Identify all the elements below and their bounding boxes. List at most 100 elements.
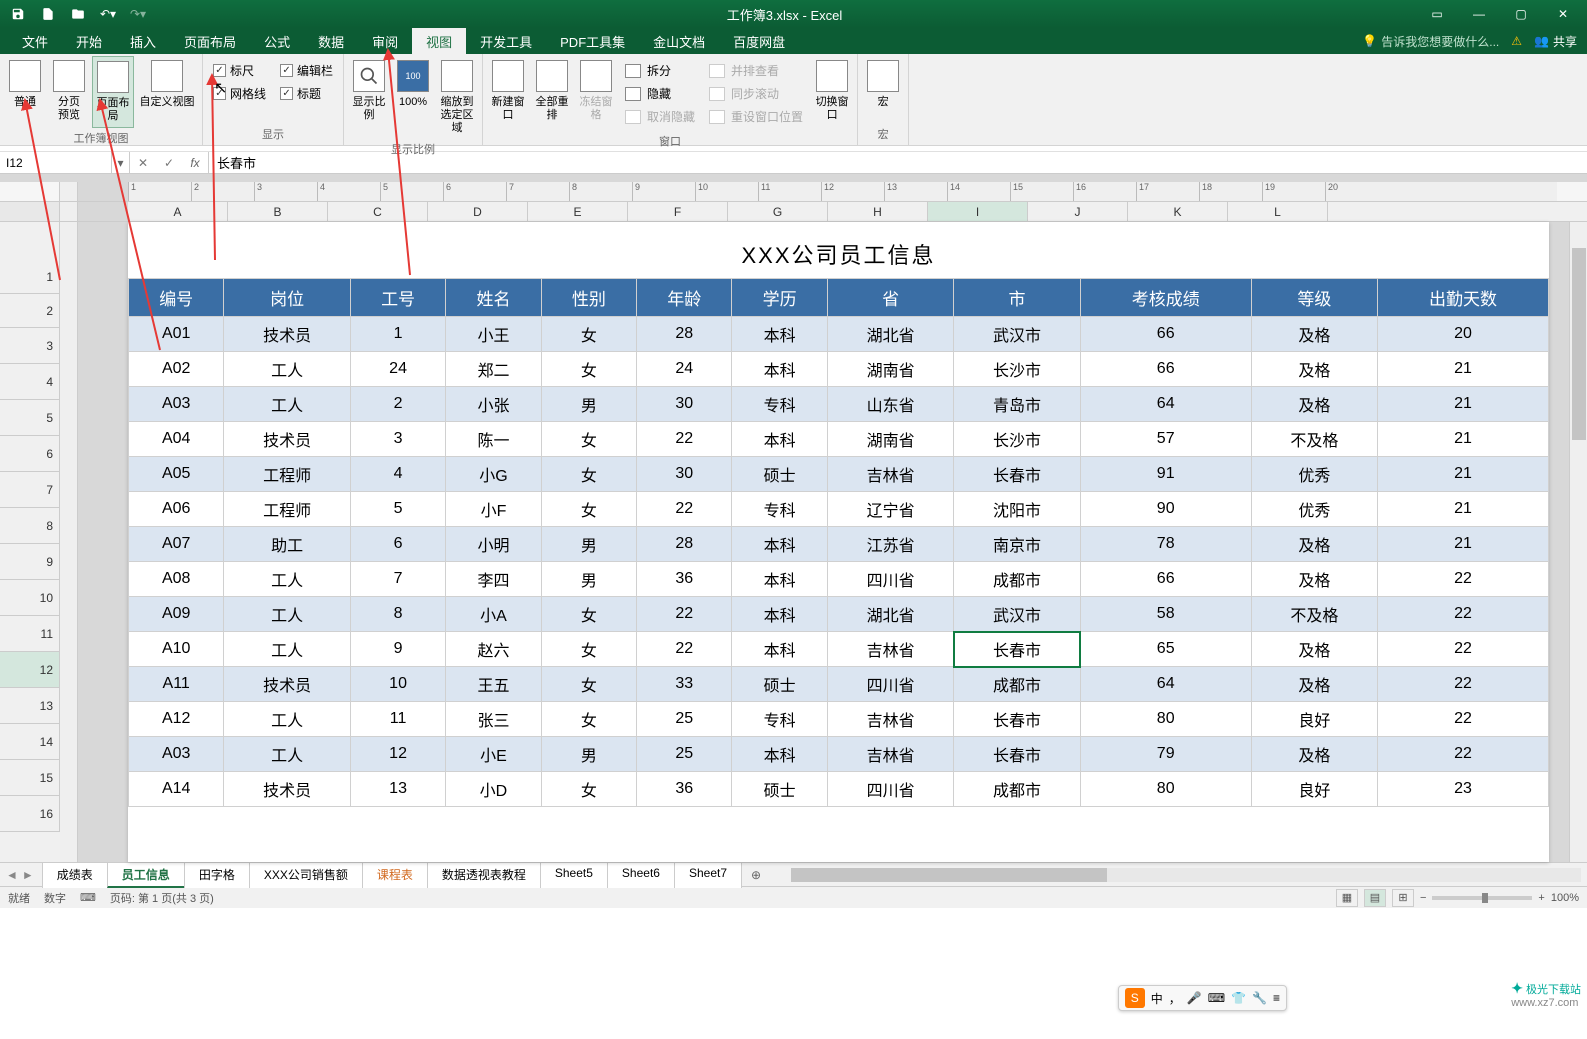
cell[interactable]: 优秀 <box>1251 457 1377 492</box>
row-header-5[interactable]: 5 <box>0 400 60 436</box>
sheet-tab-4[interactable]: 课程表 <box>362 862 428 888</box>
cell[interactable]: 本科 <box>732 632 827 667</box>
cell[interactable]: 28 <box>637 317 732 352</box>
cell[interactable]: 工人 <box>224 387 350 422</box>
sheet-tab-2[interactable]: 田字格 <box>184 862 250 888</box>
cell[interactable]: 22 <box>1378 737 1549 772</box>
cell[interactable]: 21 <box>1378 422 1549 457</box>
cell[interactable]: 专科 <box>732 492 827 527</box>
zoom-in-icon[interactable]: + <box>1538 892 1544 904</box>
cell[interactable]: 长春市 <box>954 457 1080 492</box>
cell[interactable]: 四川省 <box>827 562 953 597</box>
ime-lang[interactable]: 中 <box>1151 990 1163 1007</box>
cell[interactable]: 25 <box>637 737 732 772</box>
sync-scroll-button[interactable]: 同步滚动 <box>709 83 803 104</box>
table-header[interactable]: 考核成绩 <box>1080 279 1251 317</box>
cell[interactable]: 20 <box>1378 317 1549 352</box>
page-layout-sheet[interactable]: XXX公司员工信息 编号岗位工号姓名性别年龄学历省市考核成绩等级出勤天数 A01… <box>128 222 1549 862</box>
cell[interactable]: 及格 <box>1251 352 1377 387</box>
cell[interactable]: 21 <box>1378 492 1549 527</box>
row-header-9[interactable]: 9 <box>0 544 60 580</box>
tell-me-input[interactable]: 💡告诉我您想要做什么... <box>1362 33 1499 50</box>
menu-tab-11[interactable]: 百度网盘 <box>719 28 799 54</box>
ime-punct-icon[interactable]: ， <box>1169 990 1181 1007</box>
name-box-dropdown[interactable]: ▾ <box>112 152 130 173</box>
cell[interactable]: 22 <box>637 632 732 667</box>
cell[interactable]: 小E <box>446 737 541 772</box>
table-header[interactable]: 岗位 <box>224 279 350 317</box>
cell[interactable]: 赵六 <box>446 632 541 667</box>
formula-bar-checkbox[interactable]: ✓编辑栏 <box>280 62 333 79</box>
cell[interactable]: 28 <box>637 527 732 562</box>
cell[interactable]: 21 <box>1378 527 1549 562</box>
cell[interactable]: 优秀 <box>1251 492 1377 527</box>
view-page-layout-button[interactable]: 页面布局 <box>92 56 134 128</box>
cell[interactable]: 33 <box>637 667 732 702</box>
cell[interactable]: 本科 <box>732 422 827 457</box>
col-header-B[interactable]: B <box>228 202 328 221</box>
freeze-panes-button[interactable]: 冻结窗格 <box>575 56 617 126</box>
cell[interactable]: 64 <box>1080 387 1251 422</box>
switch-window-button[interactable]: 切换窗口 <box>811 56 853 126</box>
cell[interactable]: 21 <box>1378 387 1549 422</box>
arrange-all-button[interactable]: 全部重排 <box>531 56 573 126</box>
cell[interactable]: 硕士 <box>732 772 827 807</box>
cell[interactable]: 沈阳市 <box>954 492 1080 527</box>
cell[interactable]: 24 <box>350 352 445 387</box>
cell[interactable]: 及格 <box>1251 737 1377 772</box>
zoom-fit-button[interactable]: 缩放到 选定区域 <box>436 56 478 139</box>
cell[interactable]: 本科 <box>732 597 827 632</box>
cell[interactable]: 90 <box>1080 492 1251 527</box>
col-header-D[interactable]: D <box>428 202 528 221</box>
row-header-11[interactable]: 11 <box>0 616 60 652</box>
cell[interactable]: A03 <box>129 737 224 772</box>
cell[interactable]: 22 <box>637 422 732 457</box>
minimize-icon[interactable]: — <box>1459 2 1499 26</box>
cell[interactable]: 江苏省 <box>827 527 953 562</box>
col-header-C[interactable]: C <box>328 202 428 221</box>
cell[interactable]: 22 <box>1378 632 1549 667</box>
cell[interactable]: 4 <box>350 457 445 492</box>
cell[interactable]: 及格 <box>1251 387 1377 422</box>
cell[interactable]: 吉林省 <box>827 457 953 492</box>
cell[interactable]: 男 <box>541 737 636 772</box>
col-header-G[interactable]: G <box>728 202 828 221</box>
cell[interactable]: 长春市 <box>954 702 1080 737</box>
col-header-J[interactable]: J <box>1028 202 1128 221</box>
row-header-14[interactable]: 14 <box>0 724 60 760</box>
tab-nav-prev[interactable]: ◄ <box>6 868 18 882</box>
view-page-break-button[interactable]: 分页 预览 <box>48 56 90 126</box>
cell[interactable]: 22 <box>1378 597 1549 632</box>
cell[interactable]: 24 <box>637 352 732 387</box>
view-normal-button[interactable]: 普通 <box>4 56 46 113</box>
select-all-corner[interactable] <box>0 202 60 221</box>
undo-icon[interactable]: ↶▾ <box>94 2 122 26</box>
cell[interactable]: 良好 <box>1251 772 1377 807</box>
cell[interactable]: 成都市 <box>954 772 1080 807</box>
col-header-H[interactable]: H <box>828 202 928 221</box>
cell[interactable]: 8 <box>350 597 445 632</box>
cell[interactable]: 湖北省 <box>827 597 953 632</box>
row-header-3[interactable]: 3 <box>0 328 60 364</box>
cell[interactable]: 武汉市 <box>954 597 1080 632</box>
redo-icon[interactable]: ↷▾ <box>124 2 152 26</box>
share-button[interactable]: 👥共享 <box>1534 33 1577 50</box>
row-header-2[interactable]: 2 <box>0 294 60 328</box>
view-custom-button[interactable]: 自定义视图 <box>136 56 198 113</box>
table-header[interactable]: 姓名 <box>446 279 541 317</box>
cell[interactable]: 小明 <box>446 527 541 562</box>
sheet-tab-7[interactable]: Sheet6 <box>607 862 675 888</box>
view-page-layout-icon[interactable]: ▤ <box>1364 889 1386 907</box>
cell[interactable]: 长沙市 <box>954 352 1080 387</box>
menu-tab-2[interactable]: 插入 <box>116 28 170 54</box>
cell[interactable]: 57 <box>1080 422 1251 457</box>
cell[interactable]: 专科 <box>732 702 827 737</box>
zoom-out-icon[interactable]: − <box>1420 892 1426 904</box>
enter-icon[interactable]: ✓ <box>156 156 182 170</box>
cell[interactable]: 助工 <box>224 527 350 562</box>
cell[interactable]: 工程师 <box>224 492 350 527</box>
cell[interactable]: 7 <box>350 562 445 597</box>
table-header[interactable]: 等级 <box>1251 279 1377 317</box>
cell[interactable]: 王五 <box>446 667 541 702</box>
cell[interactable]: 硕士 <box>732 457 827 492</box>
